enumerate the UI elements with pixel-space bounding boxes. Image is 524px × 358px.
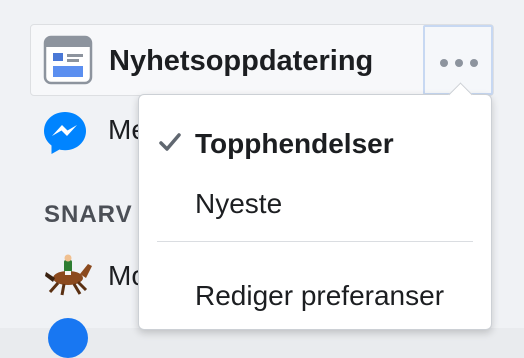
menu-divider — [157, 241, 473, 242]
menu-item-most-recent[interactable]: Nyeste — [139, 175, 491, 231]
messenger-icon — [42, 110, 88, 156]
menu-item-edit-preferences[interactable]: Rediger preferanser — [139, 267, 491, 323]
horse-rider-icon — [40, 254, 94, 298]
more-dots-icon — [470, 59, 478, 67]
nav-item-label: Nyhetsoppdatering — [109, 45, 374, 77]
checkmark-icon — [157, 129, 183, 155]
news-feed-sort-dropdown: Topphendelser Nyeste Rediger preferanser — [138, 94, 492, 330]
nav-item-news-feed[interactable]: Nyhetsoppdatering — [30, 24, 494, 96]
menu-item-label: Rediger preferanser — [195, 280, 445, 311]
news-feed-icon — [43, 35, 93, 85]
more-dots-icon — [440, 59, 448, 67]
menu-item-label: Topphendelser — [195, 128, 394, 159]
section-heading-shortcuts: SNARV — [44, 201, 133, 228]
more-dots-icon — [455, 59, 463, 67]
menu-item-top-stories[interactable]: Topphendelser — [139, 115, 491, 171]
avatar[interactable] — [48, 318, 88, 358]
menu-item-label: Nyeste — [195, 188, 283, 219]
